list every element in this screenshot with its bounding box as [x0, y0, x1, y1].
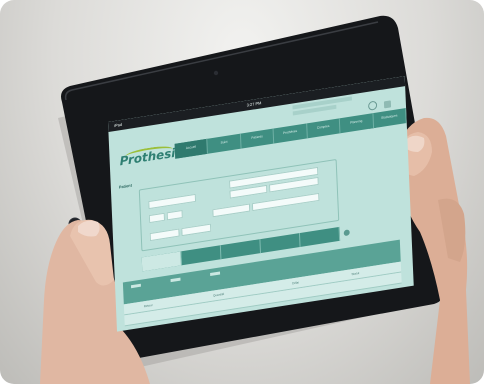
- address-field[interactable]: [212, 203, 251, 218]
- nav-item-protheses[interactable]: Prothèses: [273, 123, 308, 144]
- nav-item-patients[interactable]: Patients: [240, 128, 275, 149]
- front-camera-icon: [213, 70, 219, 76]
- summary-cell: [141, 251, 182, 272]
- column-header: [130, 283, 141, 289]
- phone-field[interactable]: [251, 192, 320, 212]
- summary-cell: [260, 232, 301, 254]
- summary-cell: [299, 226, 341, 247]
- add-icon[interactable]: [343, 229, 350, 237]
- status-time: 3:27 PM: [246, 100, 262, 108]
- table-cell-statut: Statut: [351, 271, 360, 277]
- summary-cell: [181, 245, 222, 266]
- date-field[interactable]: [148, 193, 197, 210]
- ref-field[interactable]: [181, 223, 212, 237]
- table-cell-retour: Retour: [143, 302, 153, 309]
- column-header: [210, 271, 221, 276]
- code-field[interactable]: [149, 228, 180, 242]
- settings-icon[interactable]: [384, 100, 392, 109]
- app-logo: Prothesis: [119, 144, 183, 174]
- refresh-icon[interactable]: [367, 100, 378, 111]
- photo-frame: iPad 3:27 PM Prothesis Accueil Suivi Pat…: [0, 0, 484, 384]
- nav-item-comptes[interactable]: Comptes: [306, 118, 341, 139]
- summary-cell: [220, 239, 261, 260]
- table-cell-quantite: Quantité: [212, 291, 225, 298]
- column-header: [170, 277, 181, 283]
- month-field[interactable]: [166, 209, 183, 221]
- nav-item-suivi[interactable]: Suivi: [207, 133, 242, 154]
- nav-item-accueil[interactable]: Accueil: [174, 138, 209, 159]
- table-cell-delai: Délai: [292, 280, 300, 286]
- page-subtitle: Patient: [118, 182, 133, 190]
- day-field[interactable]: [148, 212, 166, 224]
- status-carrier: iPad: [114, 121, 123, 129]
